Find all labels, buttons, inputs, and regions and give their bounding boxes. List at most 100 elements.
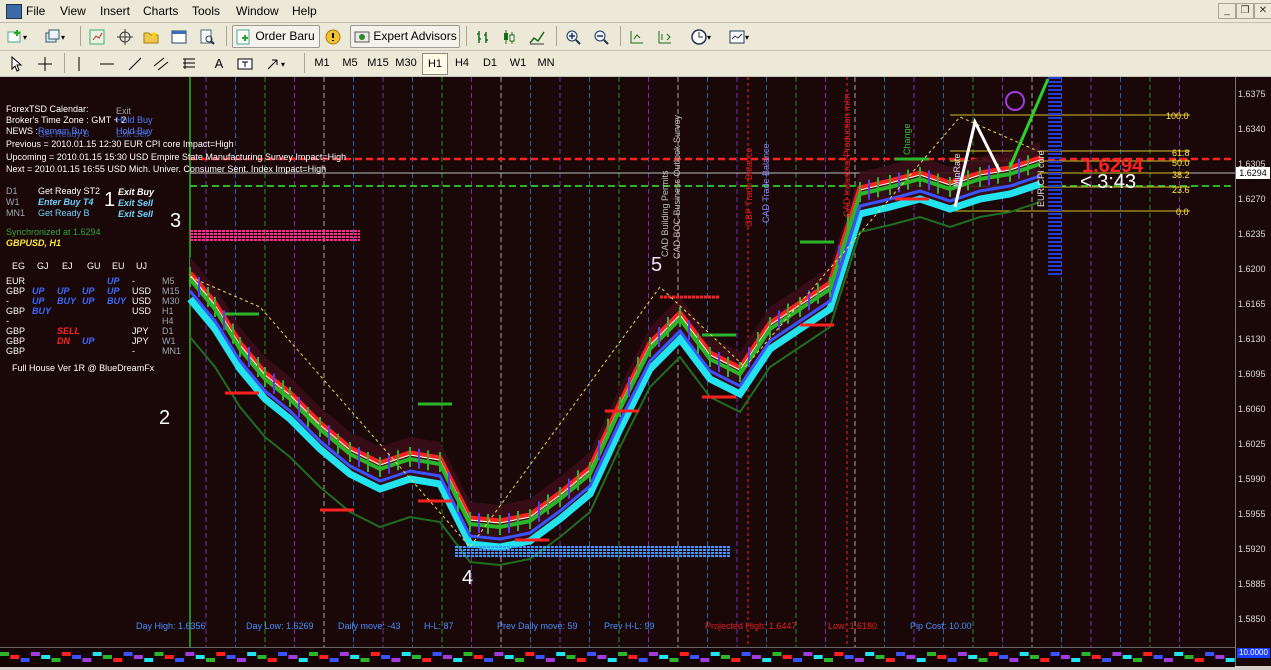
text-label-button[interactable]: [236, 52, 258, 75]
timeframe-m5[interactable]: M5: [338, 53, 362, 73]
indicator-bar: [731, 658, 741, 662]
blue-dots: [1048, 237, 1062, 239]
horizontal-line-icon: [100, 63, 114, 65]
calendar-get-ready: Get Ready B: [38, 129, 90, 139]
indicator-axis-value: 10.0000: [1237, 648, 1270, 658]
navigator-button[interactable]: [116, 25, 138, 48]
periods-button[interactable]: ▾: [690, 25, 724, 48]
menu-insert[interactable]: Insert: [100, 4, 130, 18]
terminal-button[interactable]: [170, 25, 192, 48]
zoom-out-button[interactable]: [592, 25, 614, 48]
autoscroll-button[interactable]: [628, 25, 650, 48]
indicator-bar: [61, 652, 71, 656]
indicator-bar: [1122, 655, 1132, 659]
line-chart-button[interactable]: [528, 25, 550, 48]
news-label-minrate: MinRate: [952, 153, 962, 187]
fibonacci-button[interactable]: [180, 52, 202, 75]
minimize-button[interactable]: _: [1218, 3, 1236, 19]
indicator-bar: [957, 652, 967, 656]
timeframe-h4[interactable]: H4: [450, 53, 474, 73]
indicator-bar: [803, 652, 813, 656]
bar-chart-icon: [477, 30, 488, 43]
cursor-button[interactable]: [8, 52, 30, 75]
text-button[interactable]: A: [208, 52, 230, 75]
price-axis[interactable]: 1.6375 1.6340 1.6305 1.6270 1.6235 1.6200 1.61…: [1235, 77, 1271, 666]
price-axis-label: 1.6165: [1238, 299, 1266, 309]
vertical-line-button[interactable]: [70, 52, 92, 75]
menu-help[interactable]: Help: [292, 4, 317, 18]
menu-tools[interactable]: Tools: [192, 4, 220, 18]
indicator-bar: [1040, 658, 1050, 662]
timeframe-mn[interactable]: MN: [534, 53, 558, 73]
timeframe-m1[interactable]: M1: [310, 53, 334, 73]
indicator-bar: [865, 652, 875, 656]
horizontal-line-button[interactable]: [98, 52, 120, 75]
timeframe-m30[interactable]: M30: [394, 53, 418, 73]
signal-tf-mn1: MN1: [6, 208, 26, 218]
line-studies-toolbar: A ▾ M1 M5 M15 M30 H1 H4 D1 W1 MN: [0, 51, 1271, 77]
symbol-label: GBPUSD, H1: [6, 238, 62, 248]
blue-dots: [1048, 185, 1062, 187]
candle-chart-button[interactable]: [500, 25, 522, 48]
bar-chart-button[interactable]: [474, 25, 496, 48]
crosshair-button[interactable]: [36, 52, 58, 75]
indicator-bar: [1050, 652, 1060, 656]
matrix-row-label: GBP: [6, 326, 26, 336]
trendline-button[interactable]: [126, 52, 148, 75]
timeframe-h1[interactable]: H1: [422, 53, 448, 75]
high-low: H-L: 87: [424, 621, 454, 631]
indicator-bar: [721, 655, 730, 659]
matrix-row-label: GBP: [6, 286, 26, 296]
channel-button[interactable]: [152, 52, 174, 75]
menu-window[interactable]: Window: [236, 4, 279, 18]
close-button[interactable]: ✕: [1254, 3, 1271, 19]
strategy-tester-button[interactable]: [198, 25, 220, 48]
blue-dots: [1048, 273, 1062, 275]
indicator-bar: [123, 652, 133, 656]
menu-view[interactable]: View: [60, 4, 86, 18]
price-chart[interactable]: ForexTSD Calendar: Exit Broker's Time Zo…: [0, 77, 1271, 667]
arrows-button[interactable]: ▾: [264, 52, 298, 75]
timeframe-w1[interactable]: W1: [506, 53, 530, 73]
favorites-button[interactable]: [142, 25, 164, 48]
menu-charts[interactable]: Charts: [143, 4, 178, 18]
indicator-bar: [648, 652, 658, 656]
zoom-in-button[interactable]: [564, 25, 586, 48]
new-order-button[interactable]: Order Baru: [232, 25, 320, 48]
menu-file[interactable]: File: [26, 4, 45, 18]
indicator-bar: [144, 658, 154, 662]
indicator-bar: [185, 652, 195, 656]
blue-dots: [1048, 269, 1062, 271]
new-chart-button[interactable]: ▾: [6, 25, 42, 48]
matrix-row-tf: M30: [162, 296, 180, 306]
blue-dots: [1048, 117, 1062, 119]
templates-button[interactable]: ▾: [728, 25, 762, 48]
expert-advisors-button[interactable]: Expert Advisors: [350, 25, 460, 48]
indicator-canvas: [0, 652, 1235, 662]
zoom-out-icon: [594, 30, 609, 45]
signal-action-mn1: Exit Sell: [118, 209, 154, 219]
indicator-bar: [659, 655, 669, 659]
indicator-bar: [710, 652, 720, 656]
currency-matrix: EG GJ EJ GU EU UJ EUR UP - M5 GBP UP UP UP UP USD M15- UP…: [6, 261, 186, 373]
chart-shift-button[interactable]: [656, 25, 678, 48]
calendar-timezone: Broker's Time Zone : GMT + 2: [6, 115, 127, 125]
indicator-bar: [1163, 658, 1173, 662]
profiles-button[interactable]: ▾: [44, 25, 76, 48]
cyan-ma-line: [187, 180, 1042, 551]
timeframe-m15[interactable]: M15: [366, 53, 390, 73]
restore-button[interactable]: ❐: [1236, 3, 1254, 19]
matrix-row-tf: M15: [162, 286, 180, 296]
timeframe-d1[interactable]: D1: [478, 53, 502, 73]
indicator-bar: [1215, 655, 1225, 659]
indicator-bar: [206, 658, 215, 662]
app-icon[interactable]: [6, 4, 22, 19]
alert-button[interactable]: [324, 25, 346, 48]
indicator-subwindow[interactable]: [0, 647, 1235, 667]
indicator-bar: [247, 652, 257, 656]
blue-dots: [1048, 169, 1062, 171]
fibo-level-50: 50.0: [1172, 158, 1190, 168]
indicator-bar: [1081, 652, 1091, 656]
signal-text-d1: Get Ready ST2: [38, 186, 101, 196]
market-watch-button[interactable]: [88, 25, 110, 48]
